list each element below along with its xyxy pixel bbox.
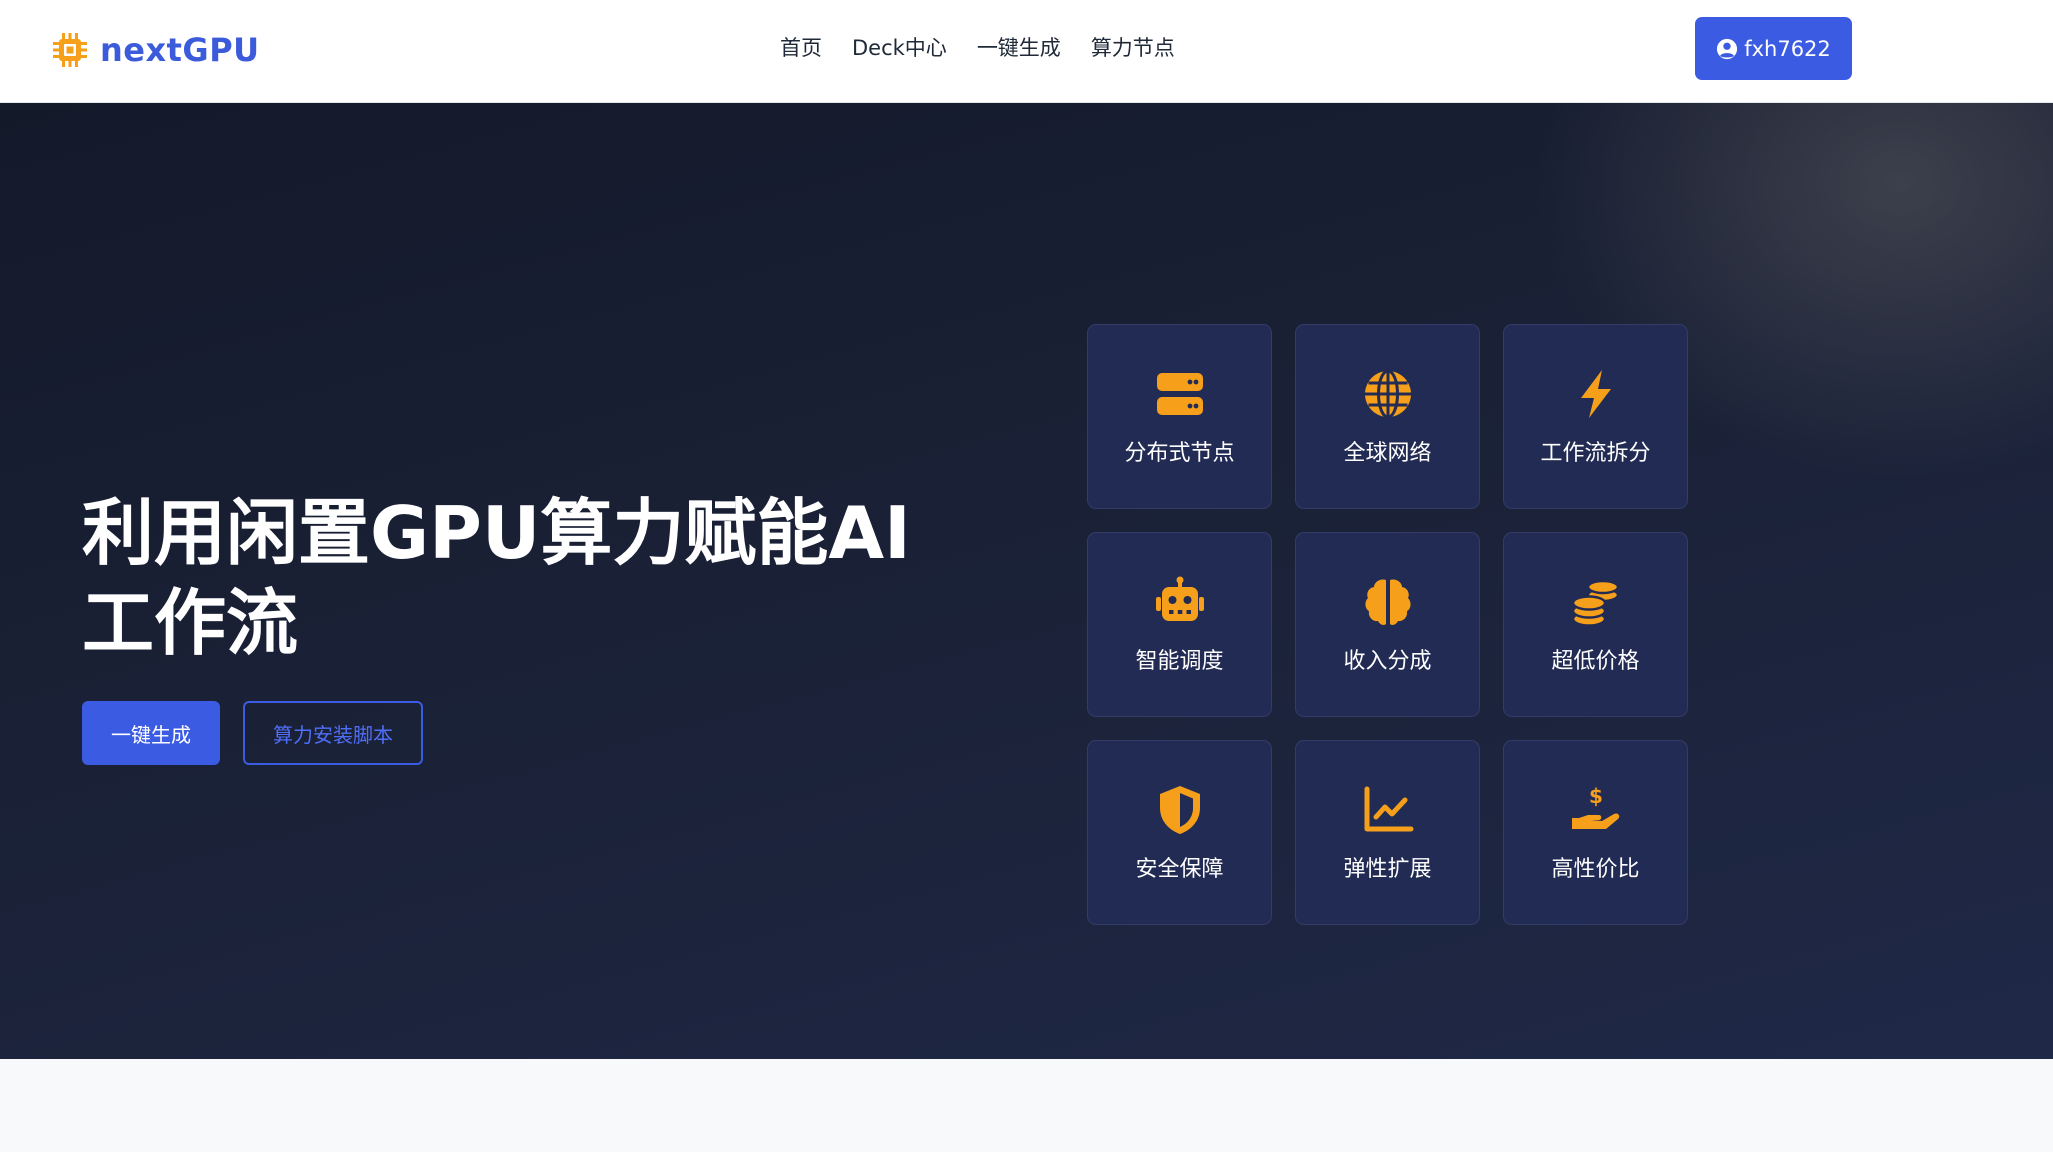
feature-card-security: 安全保障 — [1087, 740, 1272, 925]
top-navbar: nextGPU 首页 Deck中心 一键生成 算力节点 fxh7622 — [0, 0, 2053, 103]
globe-icon — [1364, 369, 1411, 418]
user-circle-icon — [1717, 38, 1738, 59]
feature-label: 高性价比 — [1551, 856, 1640, 882]
feature-card-cost-performance: $ 高性价比 — [1503, 740, 1688, 925]
user-name: fxh7622 — [1744, 36, 1831, 61]
feature-card-global-network: 全球网络 — [1295, 324, 1480, 509]
nav-link-compute-nodes[interactable]: 算力节点 — [1091, 32, 1175, 62]
nav-link-deck-center[interactable]: Deck中心 — [852, 32, 947, 62]
chart-line-icon — [1364, 786, 1413, 831]
feature-card-low-price: 超低价格 — [1503, 532, 1688, 717]
feature-label: 安全保障 — [1135, 856, 1224, 882]
feature-label: 超低价格 — [1551, 648, 1640, 674]
hero-title: 利用闲置GPU算力赋能AI 工作流 — [82, 488, 982, 668]
cpu-icon — [53, 33, 87, 67]
brand-logo[interactable]: nextGPU — [50, 26, 260, 74]
feature-label: 全球网络 — [1343, 440, 1432, 466]
feature-label: 分布式节点 — [1124, 440, 1235, 466]
feature-card-smart-scheduling: 智能调度 — [1087, 532, 1272, 717]
main-nav: 首页 Deck中心 一键生成 算力节点 — [780, 32, 1205, 62]
feature-card-workflow-split: 工作流拆分 — [1503, 324, 1688, 509]
bolt-icon — [1580, 369, 1611, 418]
brain-icon — [1364, 579, 1411, 625]
feature-card-distributed-nodes: 分布式节点 — [1087, 324, 1272, 509]
install-script-button[interactable]: 算力安装脚本 — [243, 701, 423, 765]
robot-icon — [1155, 576, 1204, 621]
feature-grid: 分布式节点 全球网络 工作流拆分 智能调度 收入分成 超低价格 安全保障 弹性扩… — [1087, 324, 1688, 925]
user-account-button[interactable]: fxh7622 — [1695, 17, 1852, 80]
feature-label: 工作流拆分 — [1540, 440, 1651, 466]
feature-label: 收入分成 — [1343, 648, 1432, 674]
hero-title-line1: 利用闲置GPU算力赋能AI — [82, 491, 911, 575]
one-click-generate-button[interactable]: 一键生成 — [82, 701, 220, 765]
nav-link-home[interactable]: 首页 — [780, 32, 822, 62]
brand-name: nextGPU — [100, 31, 260, 69]
feature-label: 智能调度 — [1135, 648, 1224, 674]
feature-card-elastic-scaling: 弹性扩展 — [1295, 740, 1480, 925]
svg-text:$: $ — [1589, 784, 1603, 808]
hero-section: 利用闲置GPU算力赋能AI 工作流 一键生成 算力安装脚本 分布式节点 全球网络… — [0, 103, 2053, 1059]
hero-title-line2: 工作流 — [82, 581, 299, 665]
nav-link-one-click-generate[interactable]: 一键生成 — [977, 32, 1061, 62]
hand-dollar-icon: $ — [1571, 784, 1619, 829]
feature-card-revenue-share: 收入分成 — [1295, 532, 1480, 717]
next-section — [0, 1059, 2053, 1152]
feature-label: 弹性扩展 — [1343, 856, 1432, 882]
shield-icon — [1159, 785, 1200, 834]
coins-icon — [1571, 579, 1619, 627]
server-icon — [1156, 372, 1203, 415]
